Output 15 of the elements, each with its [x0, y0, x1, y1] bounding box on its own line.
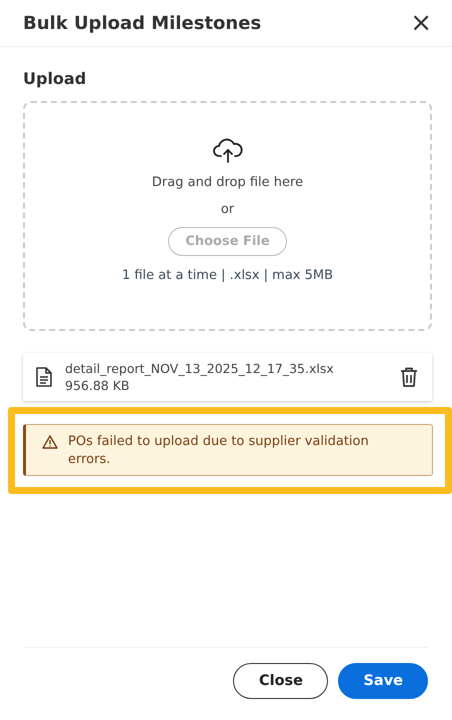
warning-icon	[42, 435, 58, 449]
alert-message: POs failed to upload due to supplier validation errors.	[68, 433, 370, 469]
drop-instruction: Drag and drop file here	[152, 175, 304, 190]
file-name: detail_report_NOV_13_2025_12_17_35.xlsx	[65, 361, 335, 376]
close-button[interactable]: ×	[406, 10, 436, 36]
dialog-title: Bulk Upload Milestones	[23, 12, 262, 34]
document-icon	[35, 367, 53, 387]
separator-text: or	[220, 202, 234, 217]
save-button[interactable]: Save	[338, 663, 428, 699]
file-requirements: 1 file at a time | .xlsx | max 5MB	[122, 268, 334, 283]
delete-icon[interactable]	[400, 367, 418, 387]
cloud-upload-icon	[212, 137, 244, 163]
section-heading: Upload	[23, 69, 88, 88]
close-button[interactable]: Close	[233, 663, 328, 699]
file-size: 956.88 KB	[65, 378, 130, 393]
